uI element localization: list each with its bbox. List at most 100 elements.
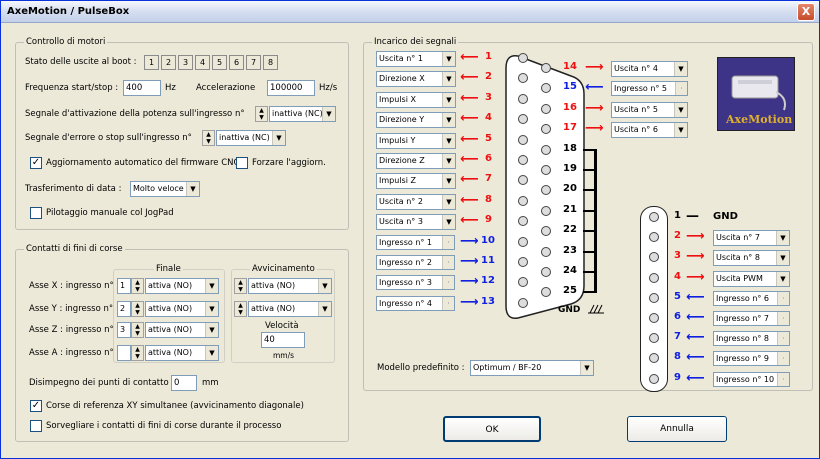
gnd-tick-24 (583, 271, 595, 273)
ok-button[interactable]: OK (443, 416, 541, 442)
axis-y-spinner[interactable]: ▲ ▼ (131, 301, 144, 317)
axis-y-avv-combo[interactable]: attiva (NO) ▼ (248, 301, 332, 317)
axis-z-num[interactable]: 3 (117, 322, 131, 338)
boot-bit-8[interactable]: 8 (263, 55, 278, 70)
chevron-down-icon: ▼ (442, 154, 455, 168)
pin-hole-18 (541, 144, 551, 155)
chevron-down-icon: ▼ (272, 131, 285, 145)
transfer-combo[interactable]: Molto veloce ▼ (130, 181, 200, 197)
avv-title: Avvicinamento (250, 264, 317, 274)
axis-x-num[interactable]: 1 (117, 278, 131, 294)
axis-a-finale-combo[interactable]: attiva (NO) ▼ (145, 345, 219, 361)
connector2-input-field-5[interactable]: Ingresso n° 7 · (713, 311, 790, 326)
connector2-input-field-4[interactable]: Ingresso n° 6 · (713, 290, 790, 306)
close-button[interactable]: X (797, 3, 815, 21)
pin-arrow-icon-1: ⟵ (460, 50, 479, 65)
left-output-combo-8[interactable]: Uscita n° 2 ▼ (376, 193, 456, 210)
speed-input[interactable]: 40 (261, 332, 305, 348)
left-output-combo-7[interactable]: Impulsi Z ▼ (376, 173, 456, 190)
left-output-combo-2[interactable]: Direzione X ▼ (376, 71, 456, 88)
pin-arrow-icon-5: ⟵ (460, 131, 479, 147)
boot-bit-7[interactable]: 7 (246, 55, 261, 70)
power-spinner[interactable]: ▲ ▼ (255, 106, 268, 122)
axis-z-finale-combo[interactable]: attiva (NO) ▼ (145, 322, 219, 338)
connector2-gnd-label: GND (713, 211, 738, 222)
left-output-combo-9[interactable]: Uscita n° 3 ▼ (376, 214, 456, 231)
left-output-combo-4[interactable]: Direzione Y ▼ (376, 112, 456, 129)
pin-arrow-icon-14: ⟶ (585, 60, 604, 75)
axis-x-avv-combo[interactable]: attiva (NO) ▼ (248, 278, 332, 294)
connector2-input-field-7[interactable]: Ingresso n° 9 · (713, 351, 790, 367)
left-output-value-7: Impulsi Z (379, 176, 416, 186)
right-input-field-2[interactable]: Ingresso n° 5 · (611, 81, 688, 97)
more-icon: · (777, 312, 789, 325)
boot-bit-4[interactable]: 4 (195, 55, 210, 70)
fw-checkbox[interactable]: ✓ (30, 157, 42, 169)
disengage-input[interactable]: 0 (171, 375, 197, 391)
title-bar[interactable]: AxeMotion / PulseBox X (1, 1, 819, 23)
cancel-button[interactable]: Annulla (627, 416, 727, 442)
speed-unit: mm/s (273, 351, 295, 360)
error-combo[interactable]: inattiva (NC) ▼ (216, 130, 286, 146)
axis-y-num[interactable]: 2 (117, 301, 131, 317)
axis-x-finale-combo[interactable]: attiva (NO) ▼ (145, 278, 219, 294)
power-combo[interactable]: inattiva (NC) ▼ (269, 106, 336, 122)
left-input-field-1[interactable]: Ingresso n° 1 · (376, 234, 455, 250)
db25-gnd-label: GND (558, 305, 581, 315)
boot-bit-3[interactable]: 3 (178, 55, 193, 70)
more-icon: · (442, 296, 454, 310)
left-output-combo-3[interactable]: Impulsi X ▼ (376, 91, 456, 108)
axis-z-spinner[interactable]: ▲ ▼ (131, 322, 144, 338)
boot-bit-6[interactable]: 6 (229, 55, 244, 70)
connector2-output-combo-3[interactable]: Uscita PWM ▼ (713, 270, 790, 287)
axemotion-logo: AxeMotion (717, 57, 795, 131)
accel-label: Accelerazione (196, 83, 256, 93)
chevron-down-icon: ▼ (318, 302, 331, 316)
left-input-field-3[interactable]: Ingresso n° 3 · (376, 275, 455, 291)
ref-checkbox[interactable]: ✓ (30, 400, 42, 412)
chevron-down-icon: ▼ (776, 231, 789, 246)
axis-y-finale-combo[interactable]: attiva (NO) ▼ (145, 301, 219, 317)
chevron-down-icon: ▼ (442, 52, 455, 66)
freq-input[interactable]: 400 (123, 80, 161, 96)
jog-checkbox[interactable] (30, 207, 42, 219)
limits-group-title: Contatti di fini di corse (24, 244, 125, 254)
boot-bit-1[interactable]: 1 (144, 55, 159, 70)
connector2-arrow-icon-2: ⟶ (686, 229, 705, 245)
left-output-combo-6[interactable]: Direzione Z ▼ (376, 153, 456, 169)
connector2-field-value-4: Ingresso n° 6 (716, 293, 770, 303)
axis-a-num[interactable] (117, 345, 131, 361)
axis-a-spinner[interactable]: ▲ ▼ (131, 345, 144, 361)
connector2-output-combo-1[interactable]: Uscita n° 7 ▼ (713, 230, 790, 247)
chevron-down-icon: ▼ (674, 123, 687, 138)
pin-label-12: 12 (481, 275, 495, 287)
axis-x-avv-spinner[interactable]: ▲ ▼ (234, 278, 247, 294)
right-output-combo-4[interactable]: Uscita n° 6 ▼ (611, 122, 688, 139)
boot-bit-2[interactable]: 2 (161, 55, 176, 70)
connector2-field-value-2: Uscita n° 8 (716, 253, 760, 263)
error-spinner[interactable]: ▲ ▼ (202, 130, 215, 146)
left-output-combo-5[interactable]: Impulsi Y ▼ (376, 132, 456, 149)
axis-x-avv-value: attiva (NO) (251, 281, 296, 290)
model-combo[interactable]: Optimum / BF-20 ▼ (470, 360, 594, 376)
axis-x-spinner[interactable]: ▲ ▼ (131, 278, 144, 294)
pin-hole-3 (518, 93, 528, 104)
connector2-field-value-1: Uscita n° 7 (716, 233, 760, 243)
left-input-value-3: Ingresso n° 3 (379, 278, 433, 288)
accel-input[interactable]: 100000 (267, 80, 315, 96)
right-field-value-1: Uscita n° 4 (614, 64, 658, 73)
force-checkbox[interactable] (236, 157, 248, 169)
pin-label-9: 9 (485, 214, 492, 226)
monitor-checkbox[interactable] (30, 420, 42, 432)
right-output-combo-3[interactable]: Uscita n° 5 ▼ (611, 101, 688, 118)
left-output-combo-1[interactable]: Uscita n° 1 ▼ (376, 51, 456, 67)
connector2-output-combo-2[interactable]: Uscita n° 8 ▼ (713, 250, 790, 267)
connector2-line-icon: — (686, 209, 699, 224)
axis-y-avv-spinner[interactable]: ▲ ▼ (234, 301, 247, 317)
left-input-field-4[interactable]: Ingresso n° 4 · (376, 295, 455, 311)
connector2-input-field-8[interactable]: Ingresso n° 10 · (713, 371, 790, 387)
connector2-input-field-6[interactable]: Ingresso n° 8 · (713, 331, 790, 347)
boot-bit-5[interactable]: 5 (212, 55, 227, 70)
right-output-combo-1[interactable]: Uscita n° 4 ▼ (611, 61, 688, 77)
left-input-field-2[interactable]: Ingresso n° 2 · (376, 255, 455, 270)
